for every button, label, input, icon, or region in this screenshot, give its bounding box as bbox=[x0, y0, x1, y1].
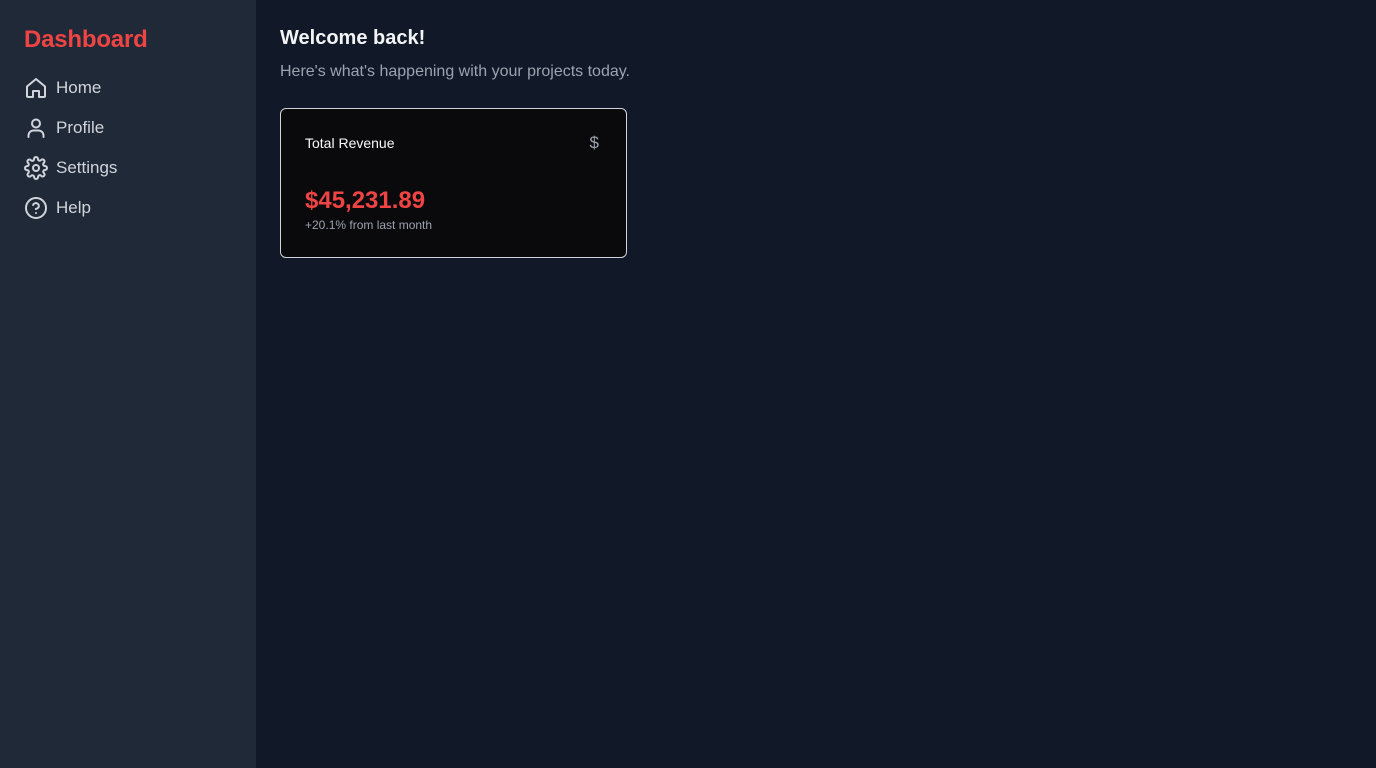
user-icon bbox=[24, 116, 48, 140]
card-header: Total Revenue $ bbox=[305, 133, 602, 153]
revenue-card: Total Revenue $ $45,231.89 +20.1% from l… bbox=[280, 108, 627, 258]
dollar-icon: $ bbox=[589, 133, 599, 152]
revenue-value: $45,231.89 bbox=[305, 187, 426, 214]
sidebar-item-profile[interactable]: Profile bbox=[24, 108, 232, 148]
page-subtitle: Here's what's happening with your projec… bbox=[280, 63, 630, 80]
app-root: Dashboard Home Profile Settings Help Wel… bbox=[0, 0, 1376, 768]
sidebar-item-label: Help bbox=[56, 198, 91, 217]
sidebar-item-label: Settings bbox=[56, 158, 118, 177]
sidebar-item-label: Home bbox=[56, 78, 102, 97]
help-circle-icon bbox=[24, 196, 48, 220]
sidebar-nav: Home Profile Settings Help bbox=[24, 68, 232, 228]
revenue-change: +20.1% from last month bbox=[305, 218, 433, 232]
sidebar-item-settings[interactable]: Settings bbox=[24, 148, 232, 188]
gear-icon bbox=[24, 156, 48, 180]
main-content: Welcome back! Here's what's happening wi… bbox=[256, 0, 1376, 768]
home-icon bbox=[24, 76, 48, 100]
card-title: Total Revenue bbox=[305, 135, 395, 151]
sidebar-item-home[interactable]: Home bbox=[24, 68, 232, 108]
sidebar-item-label: Profile bbox=[56, 118, 105, 137]
sidebar-item-help[interactable]: Help bbox=[24, 188, 232, 228]
page-title: Welcome back! bbox=[280, 27, 426, 49]
sidebar: Dashboard Home Profile Settings Help bbox=[0, 0, 256, 768]
brand-title: Dashboard bbox=[24, 26, 148, 53]
